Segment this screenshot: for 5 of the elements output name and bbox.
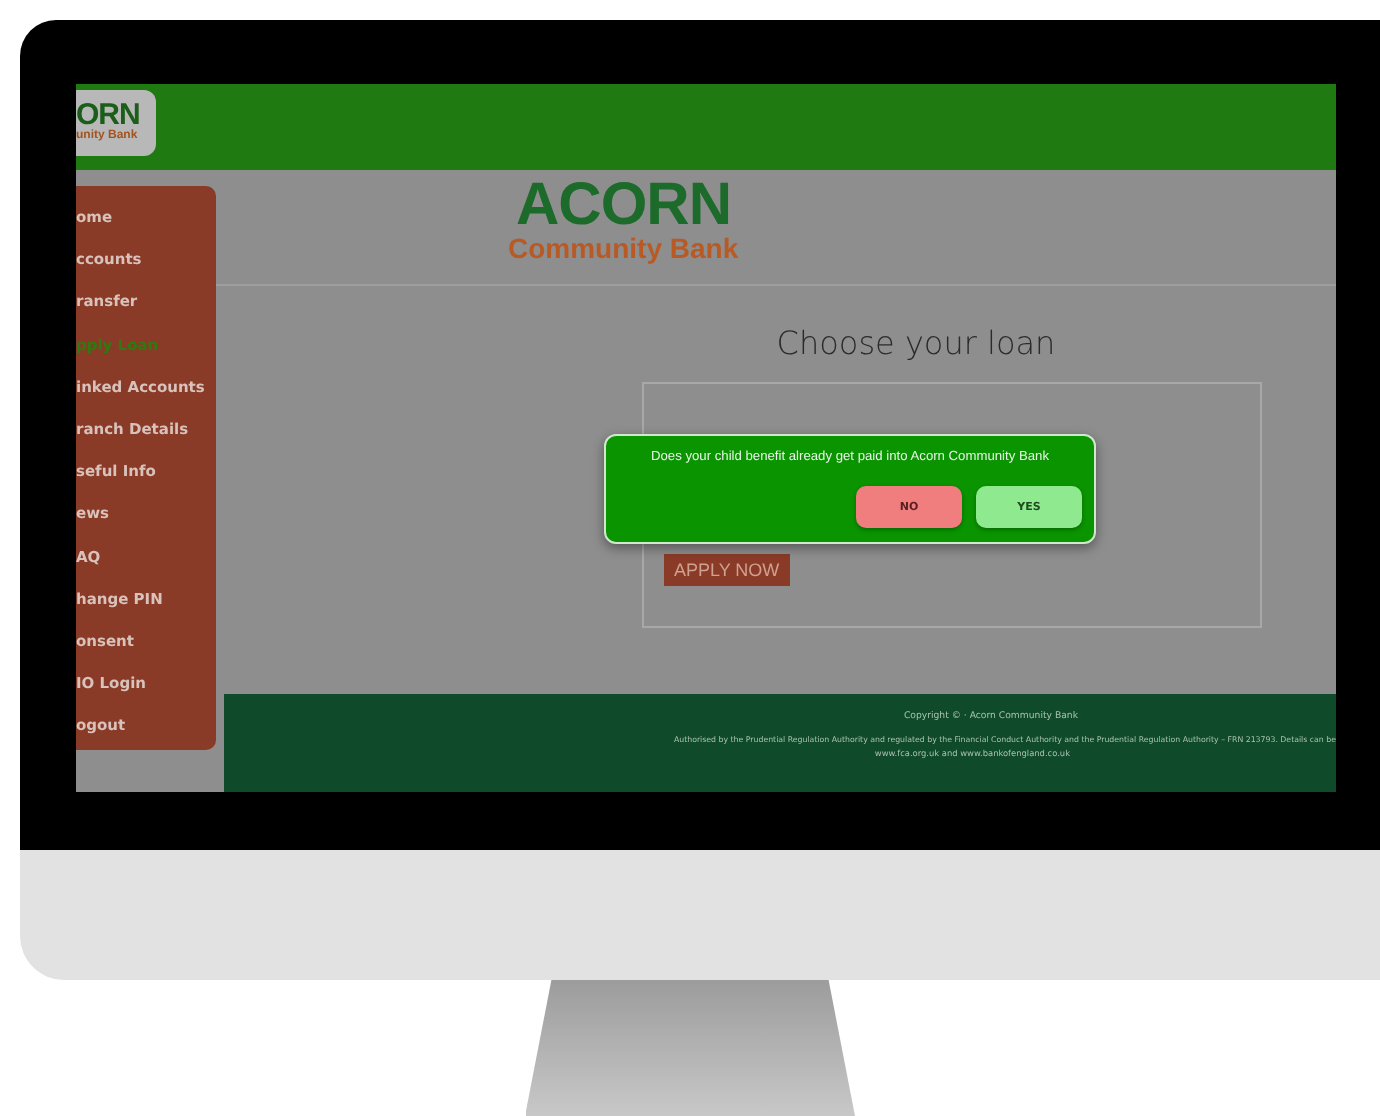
brand-name: ACORN (516, 178, 731, 234)
page-title: Choose your loan (776, 324, 1056, 362)
logo-text: ORN (76, 102, 142, 130)
brand-tagline: Community Bank (508, 234, 739, 262)
apply-now-button[interactable]: APPLY NOW (664, 554, 790, 586)
